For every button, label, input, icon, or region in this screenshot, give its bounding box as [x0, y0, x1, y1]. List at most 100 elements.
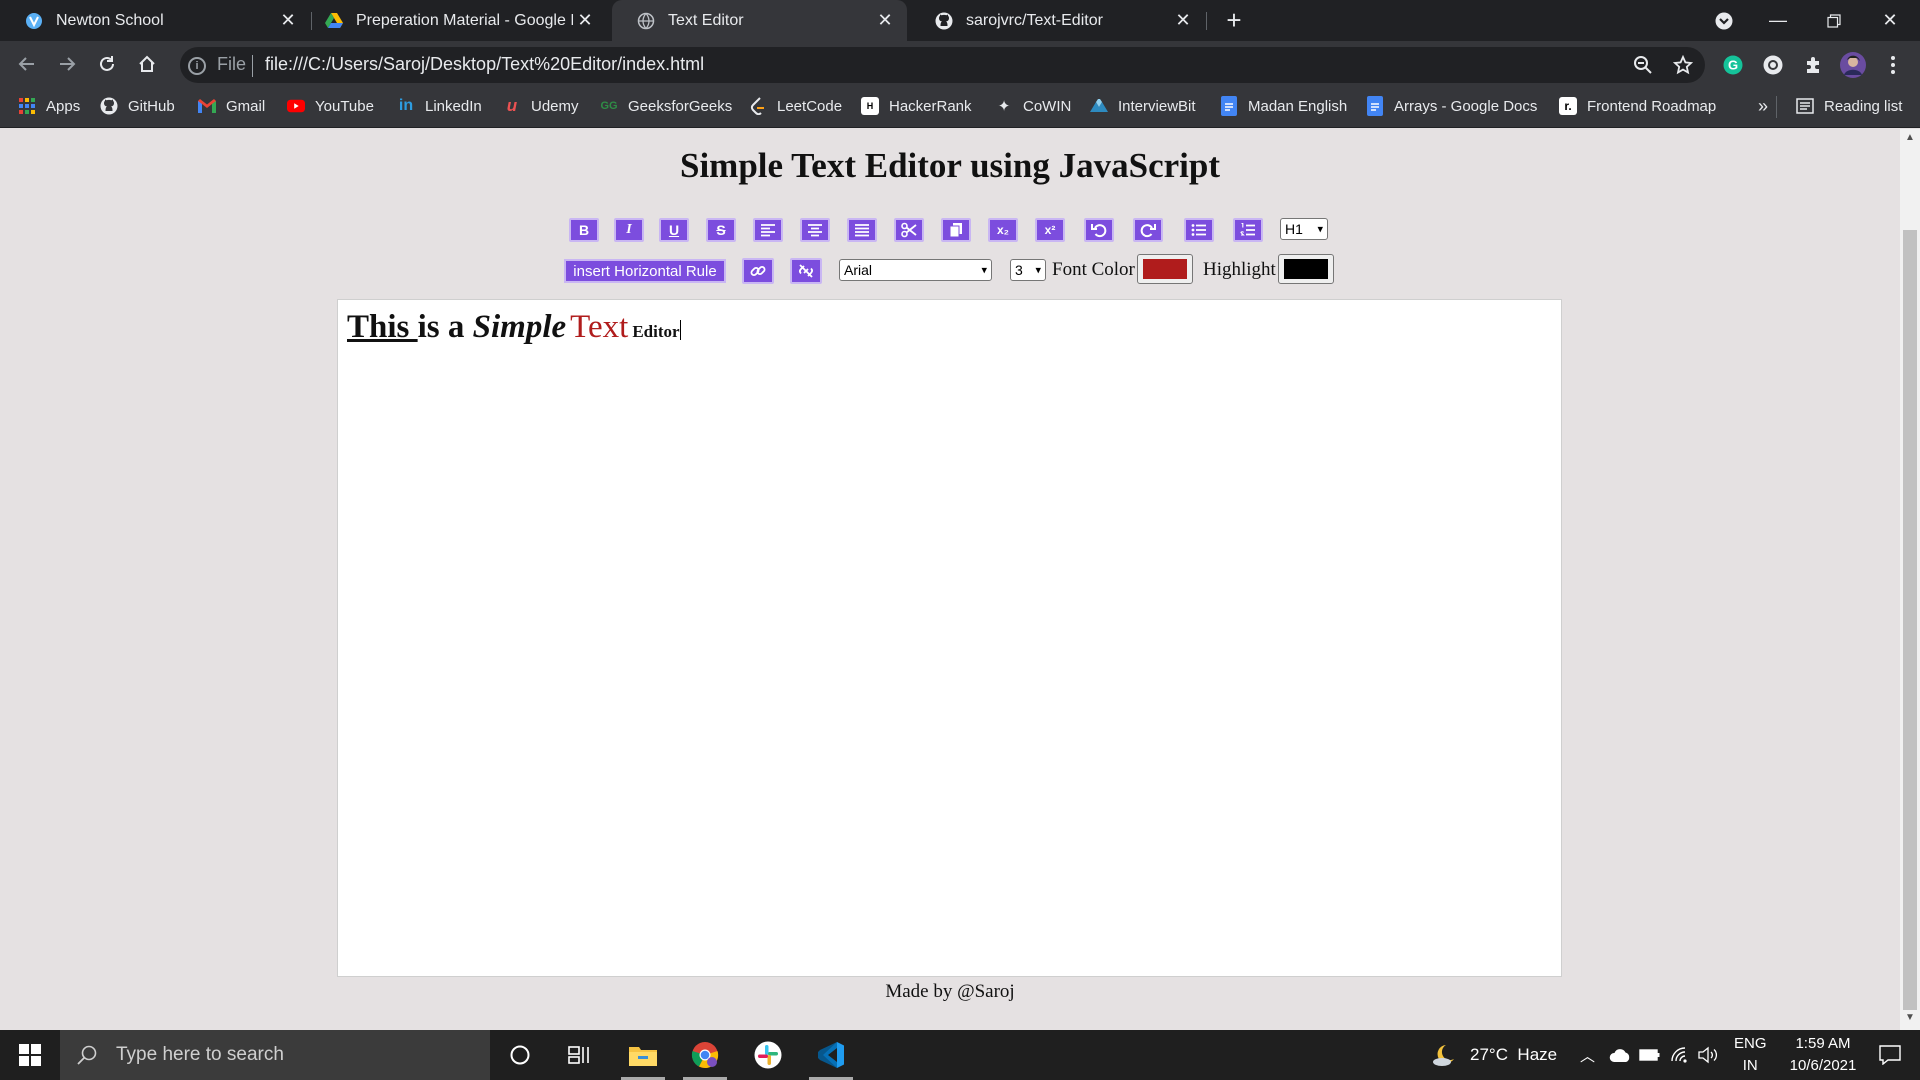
copy-button[interactable]: [941, 218, 971, 242]
bookmark-madan-english[interactable]: Madan English: [1220, 94, 1347, 118]
bookmark-geeksforgeeks[interactable]: GG GeeksforGeeks: [600, 94, 732, 118]
gmail-icon: [198, 97, 216, 115]
tab-search-button[interactable]: [1696, 0, 1752, 41]
file-explorer-icon[interactable]: [615, 1030, 671, 1080]
vscode-icon[interactable]: [803, 1030, 859, 1080]
home-button[interactable]: [133, 50, 161, 78]
highlight-color-swatch: [1284, 259, 1328, 279]
justify-button[interactable]: [847, 218, 877, 242]
bookmark-github[interactable]: GitHub: [100, 94, 175, 118]
reading-list-label: Reading list: [1824, 97, 1903, 115]
url-text[interactable]: file:///C:/Users/Saroj/Desktop/Text%20Ed…: [265, 54, 704, 75]
new-tab-button[interactable]: +: [1220, 6, 1248, 34]
tab-text-editor[interactable]: Text Editor ✕: [612, 0, 907, 41]
strikethrough-button[interactable]: S: [706, 218, 736, 242]
slack-icon[interactable]: [740, 1030, 796, 1080]
close-window-button[interactable]: ✕: [1862, 0, 1918, 41]
scroll-down-arrow[interactable]: ▼: [1900, 1012, 1920, 1030]
bookmark-leetcode[interactable]: LeetCode: [749, 94, 842, 118]
redo-button[interactable]: [1133, 218, 1163, 242]
chrome-icon[interactable]: [677, 1030, 733, 1080]
cut-button[interactable]: [894, 218, 924, 242]
cortana-icon[interactable]: [492, 1030, 548, 1080]
create-link-button[interactable]: [742, 258, 774, 284]
restore-button[interactable]: [1806, 0, 1862, 41]
info-icon[interactable]: i: [188, 57, 206, 75]
bookmark-udemy[interactable]: u Udemy: [503, 94, 579, 118]
tab-newton-school[interactable]: Newton School ✕: [0, 0, 310, 41]
zoom-icon[interactable]: [1630, 52, 1656, 78]
highlight-color-picker[interactable]: [1278, 254, 1334, 284]
start-button[interactable]: [0, 1030, 60, 1080]
input-language-indicator[interactable]: ENG IN: [1734, 1030, 1767, 1080]
scrollbar-thumb[interactable]: [1903, 230, 1917, 1010]
subscript-button[interactable]: x₂: [988, 218, 1018, 242]
bookmarks-overflow-button[interactable]: »: [1758, 94, 1768, 118]
editor-content[interactable]: This is a Simple Text Editor: [347, 309, 681, 346]
bookmark-interviewbit[interactable]: InterviewBit: [1090, 94, 1196, 118]
back-button[interactable]: [13, 50, 41, 78]
menu-kebab-icon[interactable]: [1880, 52, 1906, 78]
link-icon: [750, 266, 766, 276]
font-color-picker[interactable]: [1137, 254, 1193, 284]
tab-github-repo[interactable]: sarojvrc/Text-Editor ✕: [910, 0, 1205, 41]
wifi-icon[interactable]: [1670, 1030, 1690, 1080]
close-icon[interactable]: ✕: [873, 10, 897, 31]
volume-icon[interactable]: [1698, 1030, 1720, 1080]
bold-button[interactable]: B: [569, 218, 599, 242]
bookmark-hackerrank[interactable]: H HackerRank: [861, 94, 972, 118]
tab-preparation-material[interactable]: Preperation Material - Google Dr ✕: [312, 0, 607, 41]
minimize-button[interactable]: —: [1750, 0, 1806, 41]
windows-logo-icon: [19, 1044, 41, 1066]
tab-title: Newton School: [56, 11, 164, 29]
font-family-select[interactable]: Arial ▾: [839, 259, 992, 281]
language-code: ENG: [1734, 1035, 1767, 1052]
insert-horizontal-rule-button[interactable]: insert Horizontal Rule: [564, 259, 726, 283]
taskbar-search-box[interactable]: Type here to search: [60, 1030, 490, 1080]
unordered-list-button[interactable]: [1184, 218, 1214, 242]
undo-button[interactable]: [1084, 218, 1114, 242]
bookmark-youtube[interactable]: YouTube: [287, 94, 374, 118]
bookmark-arrays-google-docs[interactable]: Arrays - Google Docs: [1366, 94, 1537, 118]
align-center-button[interactable]: [800, 218, 830, 242]
close-icon[interactable]: ✕: [573, 10, 597, 31]
heading-select[interactable]: H1 ▾: [1280, 218, 1328, 240]
search-placeholder: Type here to search: [116, 1044, 284, 1065]
youtube-icon: [287, 97, 305, 115]
task-view-icon[interactable]: [552, 1030, 608, 1080]
forward-button[interactable]: [53, 50, 81, 78]
scroll-up-arrow[interactable]: ▲: [1900, 132, 1920, 150]
close-icon[interactable]: ✕: [276, 10, 300, 31]
extension-circle-icon[interactable]: [1760, 52, 1786, 78]
ordered-list-button[interactable]: [1233, 218, 1263, 242]
unlink-button[interactable]: [790, 258, 822, 284]
extensions-puzzle-icon[interactable]: [1800, 52, 1826, 78]
italic-button[interactable]: I: [614, 218, 644, 242]
weather-widget[interactable]: 27°C Haze: [1432, 1030, 1557, 1080]
bookmark-cowin[interactable]: ✦ CoWIN: [995, 94, 1072, 118]
reading-list-icon: [1796, 97, 1814, 115]
clock[interactable]: 1:59 AM 10/6/2021: [1776, 1030, 1870, 1080]
editor-area[interactable]: [337, 299, 1562, 977]
bookmark-gmail[interactable]: Gmail: [198, 94, 265, 118]
notifications-icon[interactable]: [1866, 1030, 1914, 1080]
battery-icon[interactable]: [1639, 1030, 1661, 1080]
bookmark-frontend-roadmap[interactable]: r. Frontend Roadmap: [1559, 94, 1716, 118]
github-icon: [100, 97, 118, 115]
reading-list-button[interactable]: Reading list: [1796, 94, 1902, 118]
onedrive-icon[interactable]: [1609, 1030, 1631, 1080]
apps-grid-icon: [18, 97, 36, 115]
chevron-down-icon: ▾: [981, 264, 987, 277]
bookmark-star-icon[interactable]: [1670, 52, 1696, 78]
avatar[interactable]: [1840, 52, 1866, 78]
font-size-select[interactable]: 3 ▾: [1010, 259, 1046, 281]
grammarly-icon[interactable]: G: [1720, 52, 1746, 78]
close-icon[interactable]: ✕: [1171, 10, 1195, 31]
bookmark-apps[interactable]: Apps: [18, 94, 80, 118]
show-hidden-icons-button[interactable]: ︿: [1580, 1030, 1595, 1080]
superscript-button[interactable]: x²: [1035, 218, 1065, 242]
underline-button[interactable]: U: [659, 218, 689, 242]
reload-button[interactable]: [93, 50, 121, 78]
bookmark-linkedin[interactable]: in LinkedIn: [397, 94, 482, 118]
align-left-button[interactable]: [753, 218, 783, 242]
